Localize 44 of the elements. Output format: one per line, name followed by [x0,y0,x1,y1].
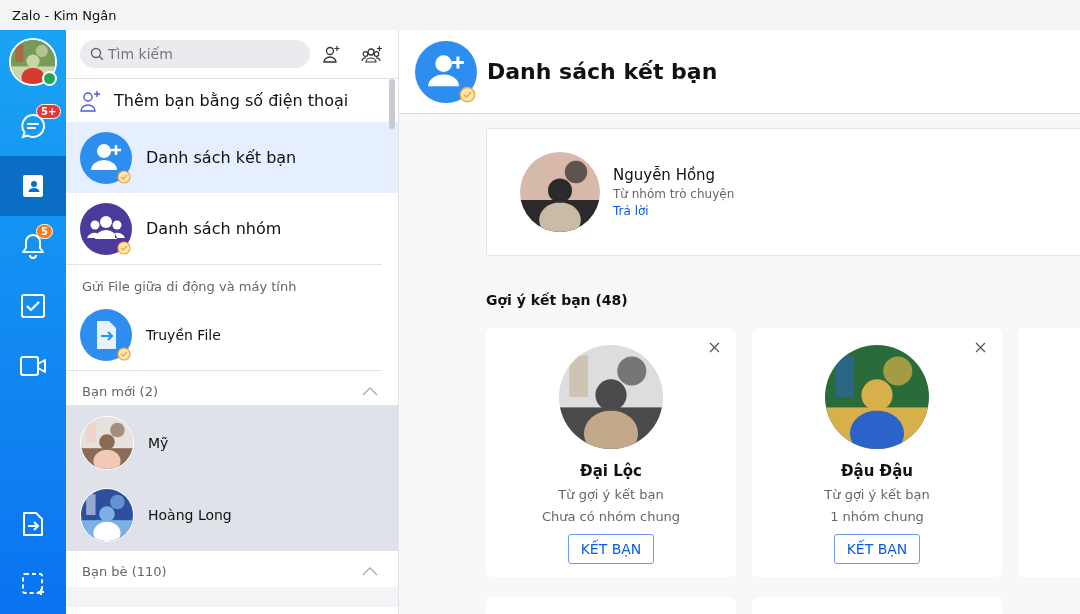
file-transfer-icon [23,511,43,537]
search-icon [90,47,104,61]
person-name: Đại Lộc [580,462,642,480]
person-name: Nguyễn Hồng [613,166,717,184]
add-friend-button[interactable]: KẾT BẠN [567,534,655,564]
section-title: Gửi File giữa di động và máy tính [82,279,297,294]
navigation-tab[interactable] [0,156,66,216]
scrollbar[interactable] [389,79,395,129]
close-button[interactable] [973,340,988,355]
section-title: Bạn bè (110) [82,563,167,579]
group-icon [80,202,132,255]
contacts-icon [21,174,45,198]
video-camera-icon [20,356,46,376]
add-friend-icon [415,40,477,103]
friend-item[interactable]: Mỹ [66,407,398,479]
add-friend-icon [80,131,132,184]
add-friend-button[interactable]: KẾT BẠN [833,534,921,564]
add-person-icon [323,45,341,63]
friend-item[interactable]: Hoàng Long [66,479,398,551]
screenshot-icon [21,572,45,596]
navigation-tab[interactable]: 5+ [0,96,66,156]
file-transfer-icon [80,309,132,361]
contacts-menu-item[interactable]: Danh sách kết bạn [66,122,398,193]
checkbox-icon [21,294,45,318]
profile-avatar[interactable] [9,38,57,86]
close-button[interactable] [707,340,722,355]
mutual-groups: Chưa có nhóm chung [541,509,681,524]
notification-badge: 5+ [36,104,62,119]
mutual-groups: 1 nhóm chung [830,509,924,524]
chat-icon [20,113,46,139]
suggestion-source: Từ gợi ý kết bạn [824,487,930,502]
window-title: Zalo - Kim Ngân [12,7,117,23]
suggestion-source: Từ gợi ý kết bạn [558,487,664,502]
person-name: Đậu Đậu [841,462,913,480]
add-person-icon [80,89,102,112]
search-field[interactable]: Tìm kiếm [80,40,310,68]
bell-icon [21,233,45,259]
section-title: Gợi ý kết bạn (48) [486,292,629,308]
reply-link[interactable]: Trả lời [613,204,649,218]
add-group-icon [361,45,383,63]
section-title: Bạn mới (2) [82,383,159,399]
page-title: Danh sách kết bạn [487,59,718,84]
request-source: Từ nhóm trò chuyện [613,187,735,201]
notification-badge: 5 [36,224,53,239]
